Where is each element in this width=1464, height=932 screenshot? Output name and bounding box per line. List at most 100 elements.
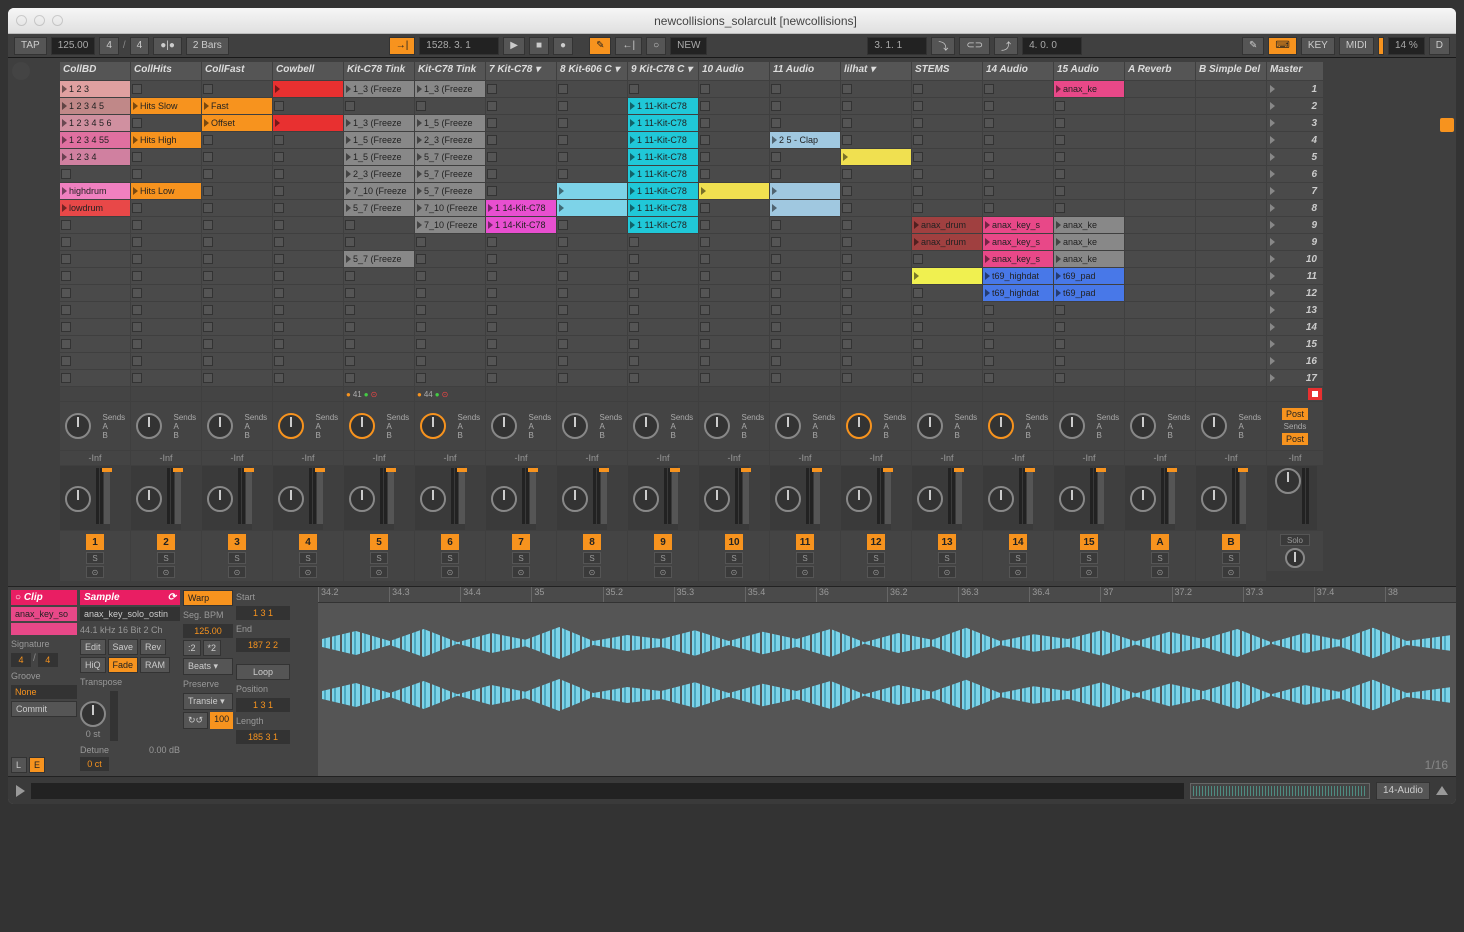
pan-knob[interactable] xyxy=(420,486,446,512)
solo-button[interactable]: S xyxy=(370,552,388,564)
clip[interactable]: anax_ke xyxy=(1054,251,1124,267)
clip-stop-button[interactable] xyxy=(274,339,284,349)
clip-slot[interactable] xyxy=(273,149,343,165)
clip-slot[interactable] xyxy=(770,302,840,318)
clip[interactable]: 1 11-Kit-C78 xyxy=(628,200,698,216)
track-activator[interactable]: 5 xyxy=(370,534,388,550)
clip-slot[interactable] xyxy=(912,166,982,182)
clip-stop-button[interactable] xyxy=(842,220,852,230)
clip-slot[interactable] xyxy=(770,81,840,97)
clip-stop-button[interactable] xyxy=(842,135,852,145)
clip-slot[interactable] xyxy=(273,115,343,131)
clip-slot[interactable]: 1_5 (Freeze xyxy=(344,149,414,165)
clip-slot[interactable] xyxy=(273,319,343,335)
clip-slot[interactable]: Hits Slow xyxy=(131,98,201,114)
start-value[interactable]: 1 3 1 xyxy=(236,606,290,620)
track-header[interactable]: B Simple Del xyxy=(1196,62,1266,80)
clip-slot[interactable] xyxy=(1125,183,1195,199)
clip-slot[interactable] xyxy=(1054,115,1124,131)
clip-slot[interactable] xyxy=(912,81,982,97)
volume-fader[interactable] xyxy=(672,468,678,524)
arrangement-overview[interactable] xyxy=(31,783,1184,799)
clip-slot[interactable] xyxy=(912,370,982,386)
waveform-ruler[interactable]: 34.234.334.43535.235.335.43636.236.336.4… xyxy=(318,587,1456,603)
clip-stop-button[interactable] xyxy=(984,118,994,128)
pan-knob[interactable] xyxy=(1059,486,1085,512)
track-activator[interactable]: 15 xyxy=(1080,534,1098,550)
clip-stop-button[interactable] xyxy=(203,322,213,332)
clip-slot[interactable] xyxy=(131,166,201,182)
reverse-button[interactable]: Rev xyxy=(140,639,166,655)
track-header[interactable]: CollBD xyxy=(60,62,130,80)
track-activator[interactable]: 6 xyxy=(441,534,459,550)
clip-stop-button[interactable] xyxy=(771,237,781,247)
clip-slot[interactable] xyxy=(557,81,627,97)
clip-slot[interactable] xyxy=(983,319,1053,335)
envelope-amount[interactable]: 100 xyxy=(210,712,233,729)
sig-denominator[interactable]: 4 xyxy=(130,37,150,55)
clip-slot[interactable]: 1_3 (Freeze xyxy=(344,115,414,131)
track-header[interactable]: Kit-C78 Tink xyxy=(415,62,485,80)
clip-stop-button[interactable] xyxy=(629,373,639,383)
clip-slot[interactable] xyxy=(202,285,272,301)
clip-slot[interactable] xyxy=(60,251,130,267)
clip[interactable]: 1 2 3 4 5 6 xyxy=(60,115,130,131)
send-knob[interactable] xyxy=(491,413,517,439)
clip-slot[interactable] xyxy=(131,285,201,301)
arm-button[interactable]: ⊙ xyxy=(1151,566,1169,578)
clip-stop-button[interactable] xyxy=(1055,186,1065,196)
clip-stop-button[interactable] xyxy=(842,288,852,298)
volume-fader[interactable] xyxy=(459,468,465,524)
clip-stop-button[interactable] xyxy=(842,356,852,366)
clip-stop-button[interactable] xyxy=(132,84,142,94)
clip-slot[interactable] xyxy=(1196,132,1266,148)
clip-slot[interactable]: 2 5 - Clap xyxy=(770,132,840,148)
send-knob[interactable] xyxy=(704,413,730,439)
clip-stop-button[interactable] xyxy=(842,254,852,264)
track-activator[interactable]: A xyxy=(1151,534,1169,550)
clip-stop-button[interactable] xyxy=(700,373,710,383)
clip-slot[interactable] xyxy=(557,251,627,267)
clip-slot[interactable] xyxy=(202,234,272,250)
clip-slot[interactable] xyxy=(699,370,769,386)
track-header[interactable]: STEMS xyxy=(912,62,982,80)
clip-slot[interactable] xyxy=(983,370,1053,386)
clip-stop-button[interactable] xyxy=(274,203,284,213)
clip-slot[interactable] xyxy=(770,217,840,233)
arm-button[interactable]: ⊙ xyxy=(441,566,459,578)
clip-slot[interactable] xyxy=(1125,149,1195,165)
clip-slot[interactable] xyxy=(344,302,414,318)
clip[interactable]: 7_10 (Freeze xyxy=(415,200,485,216)
clip-stop-button[interactable] xyxy=(345,237,355,247)
pan-knob[interactable] xyxy=(278,486,304,512)
clip-stop-button[interactable] xyxy=(416,237,426,247)
clip-stop-button[interactable] xyxy=(1055,322,1065,332)
cue-volume-knob[interactable] xyxy=(1275,468,1301,494)
clip-stop-button[interactable] xyxy=(984,186,994,196)
clip-slot[interactable]: anax_drum xyxy=(912,217,982,233)
send-knob[interactable] xyxy=(349,413,375,439)
clip-slot[interactable] xyxy=(415,336,485,352)
clip-slot[interactable] xyxy=(770,285,840,301)
clip-slot[interactable] xyxy=(557,149,627,165)
clip-stop-button[interactable] xyxy=(1055,305,1065,315)
clip-slot[interactable] xyxy=(557,183,627,199)
clip-slot[interactable] xyxy=(983,353,1053,369)
clip-stop-button[interactable] xyxy=(1055,339,1065,349)
clip-stop-button[interactable] xyxy=(132,203,142,213)
send-knob[interactable] xyxy=(917,413,943,439)
clip-slot[interactable] xyxy=(60,285,130,301)
clip-slot[interactable] xyxy=(415,353,485,369)
launch-l-button[interactable]: L xyxy=(11,757,27,773)
track-header[interactable]: CollHits xyxy=(131,62,201,80)
clip[interactable]: t69_highdat xyxy=(983,285,1053,301)
clip-stop-button[interactable] xyxy=(984,322,994,332)
clip-stop-button[interactable] xyxy=(203,135,213,145)
clip[interactable]: anax_ke xyxy=(1054,234,1124,250)
volume-fader[interactable] xyxy=(1169,468,1175,524)
clip[interactable]: anax_key_s xyxy=(983,251,1053,267)
clip-slot[interactable] xyxy=(131,370,201,386)
clip-slot[interactable] xyxy=(486,183,556,199)
clip-stop-button[interactable] xyxy=(913,101,923,111)
clip-slot[interactable] xyxy=(1196,98,1266,114)
